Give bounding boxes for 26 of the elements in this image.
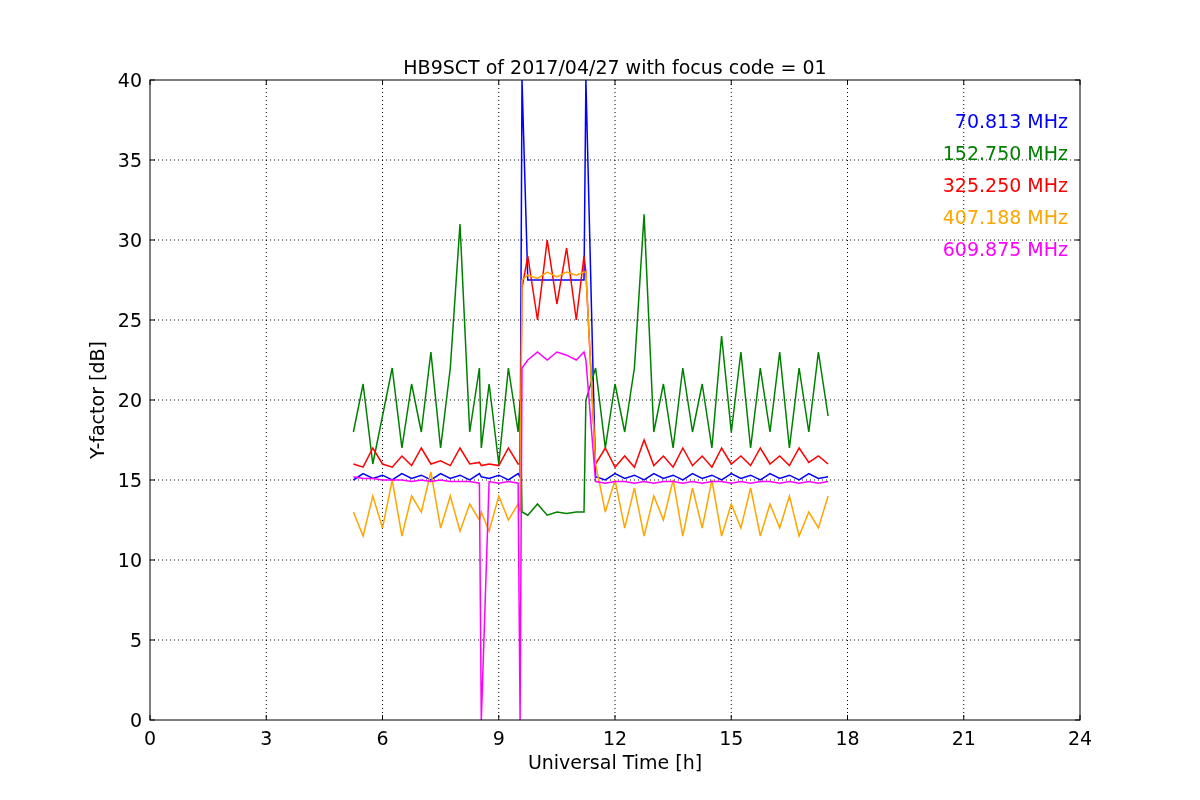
y-tick-label: 5 — [129, 629, 142, 651]
legend-label: 152.750 MHz — [942, 142, 1068, 164]
legend-label: 325.250 MHz — [942, 174, 1068, 196]
y-tick-label: 0 — [129, 709, 142, 731]
x-axis-label: Universal Time [h] — [527, 751, 703, 773]
y-tick-label: 15 — [117, 469, 142, 491]
y-tick-label: 35 — [117, 149, 142, 171]
x-tick-label: 6 — [376, 727, 389, 749]
y-tick-label: 40 — [117, 69, 142, 91]
y-axis-label: Y-factor [dB] — [86, 341, 108, 459]
y-tick-label: 30 — [117, 229, 142, 251]
legend-label: 407.188 MHz — [942, 206, 1068, 228]
legend-label: 609.875 MHz — [942, 238, 1068, 260]
x-tick-label: 0 — [143, 727, 157, 749]
y-tick-label: 20 — [117, 389, 142, 411]
x-tick-label: 9 — [492, 727, 505, 749]
y-tick-label: 10 — [117, 549, 142, 571]
x-tick-label: 15 — [719, 727, 744, 749]
chart-title: HB9SCT of 2017/04/27 with focus code = 01 — [403, 56, 827, 78]
x-tick-label: 3 — [260, 727, 273, 749]
y-tick-label: 25 — [117, 309, 142, 331]
x-tick-label: 21 — [951, 727, 976, 749]
legend-label: 70.813 MHz — [954, 110, 1068, 132]
x-tick-label: 12 — [602, 727, 628, 749]
x-tick-label: 24 — [1067, 727, 1093, 749]
x-tick-label: 18 — [835, 727, 860, 749]
